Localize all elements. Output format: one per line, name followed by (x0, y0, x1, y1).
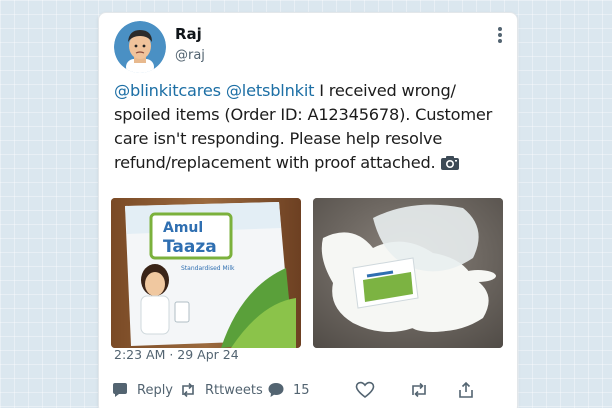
camera-icon (440, 154, 460, 178)
user-handle[interactable]: @raj (175, 48, 205, 63)
avatar[interactable] (114, 21, 166, 73)
pack-brand: Amul (163, 220, 203, 236)
more-vertical-icon[interactable] (493, 27, 507, 45)
retweet-icon (179, 381, 197, 399)
comment-bubble-icon (111, 381, 129, 399)
retweets-label: Rttweets (205, 382, 263, 398)
pack-product: Taaza (163, 237, 217, 257)
photo-milk-pack[interactable]: Amul Taaza Standardised Milk (111, 198, 301, 348)
share-button[interactable] (457, 381, 475, 399)
tweet-text-line: I received wrong/ (314, 81, 456, 100)
tweet-text-line: refund/replacement with proof attached. (114, 153, 441, 172)
tweet-text-line: care isn't responding. Please help resol… (114, 129, 443, 148)
likes-button[interactable]: 15 (267, 381, 310, 399)
retweet-icon (409, 381, 429, 399)
reply-button[interactable]: Reply (111, 381, 173, 399)
photo-spilled-milk[interactable] (313, 198, 503, 348)
heart-icon (355, 381, 375, 399)
tweet-text-line: spoiled items (Order ID: A12345678). Cus… (114, 105, 493, 124)
pack-subtext: Standardised Milk (181, 265, 235, 272)
tweet-card: Raj @raj @blinkitcares @letsblnkit I rec… (98, 12, 518, 408)
user-name[interactable]: Raj (175, 25, 202, 43)
share-icon (457, 381, 475, 399)
speech-bubble-icon (267, 381, 285, 399)
tweet-timestamp[interactable]: 2:23 AM · 29 Apr 24 (114, 347, 239, 362)
retweet-button[interactable] (409, 381, 429, 399)
reply-label: Reply (137, 382, 174, 398)
mention-link[interactable]: @blinkitcares (114, 81, 221, 100)
retweets-button[interactable]: Rttweets (179, 381, 263, 399)
tweet-text: @blinkitcares @letsblnkit I received wro… (114, 79, 509, 178)
mention-link[interactable]: @letsblnkit (226, 81, 315, 100)
like-heart-button[interactable] (355, 381, 375, 399)
likes-count: 15 (293, 382, 310, 398)
